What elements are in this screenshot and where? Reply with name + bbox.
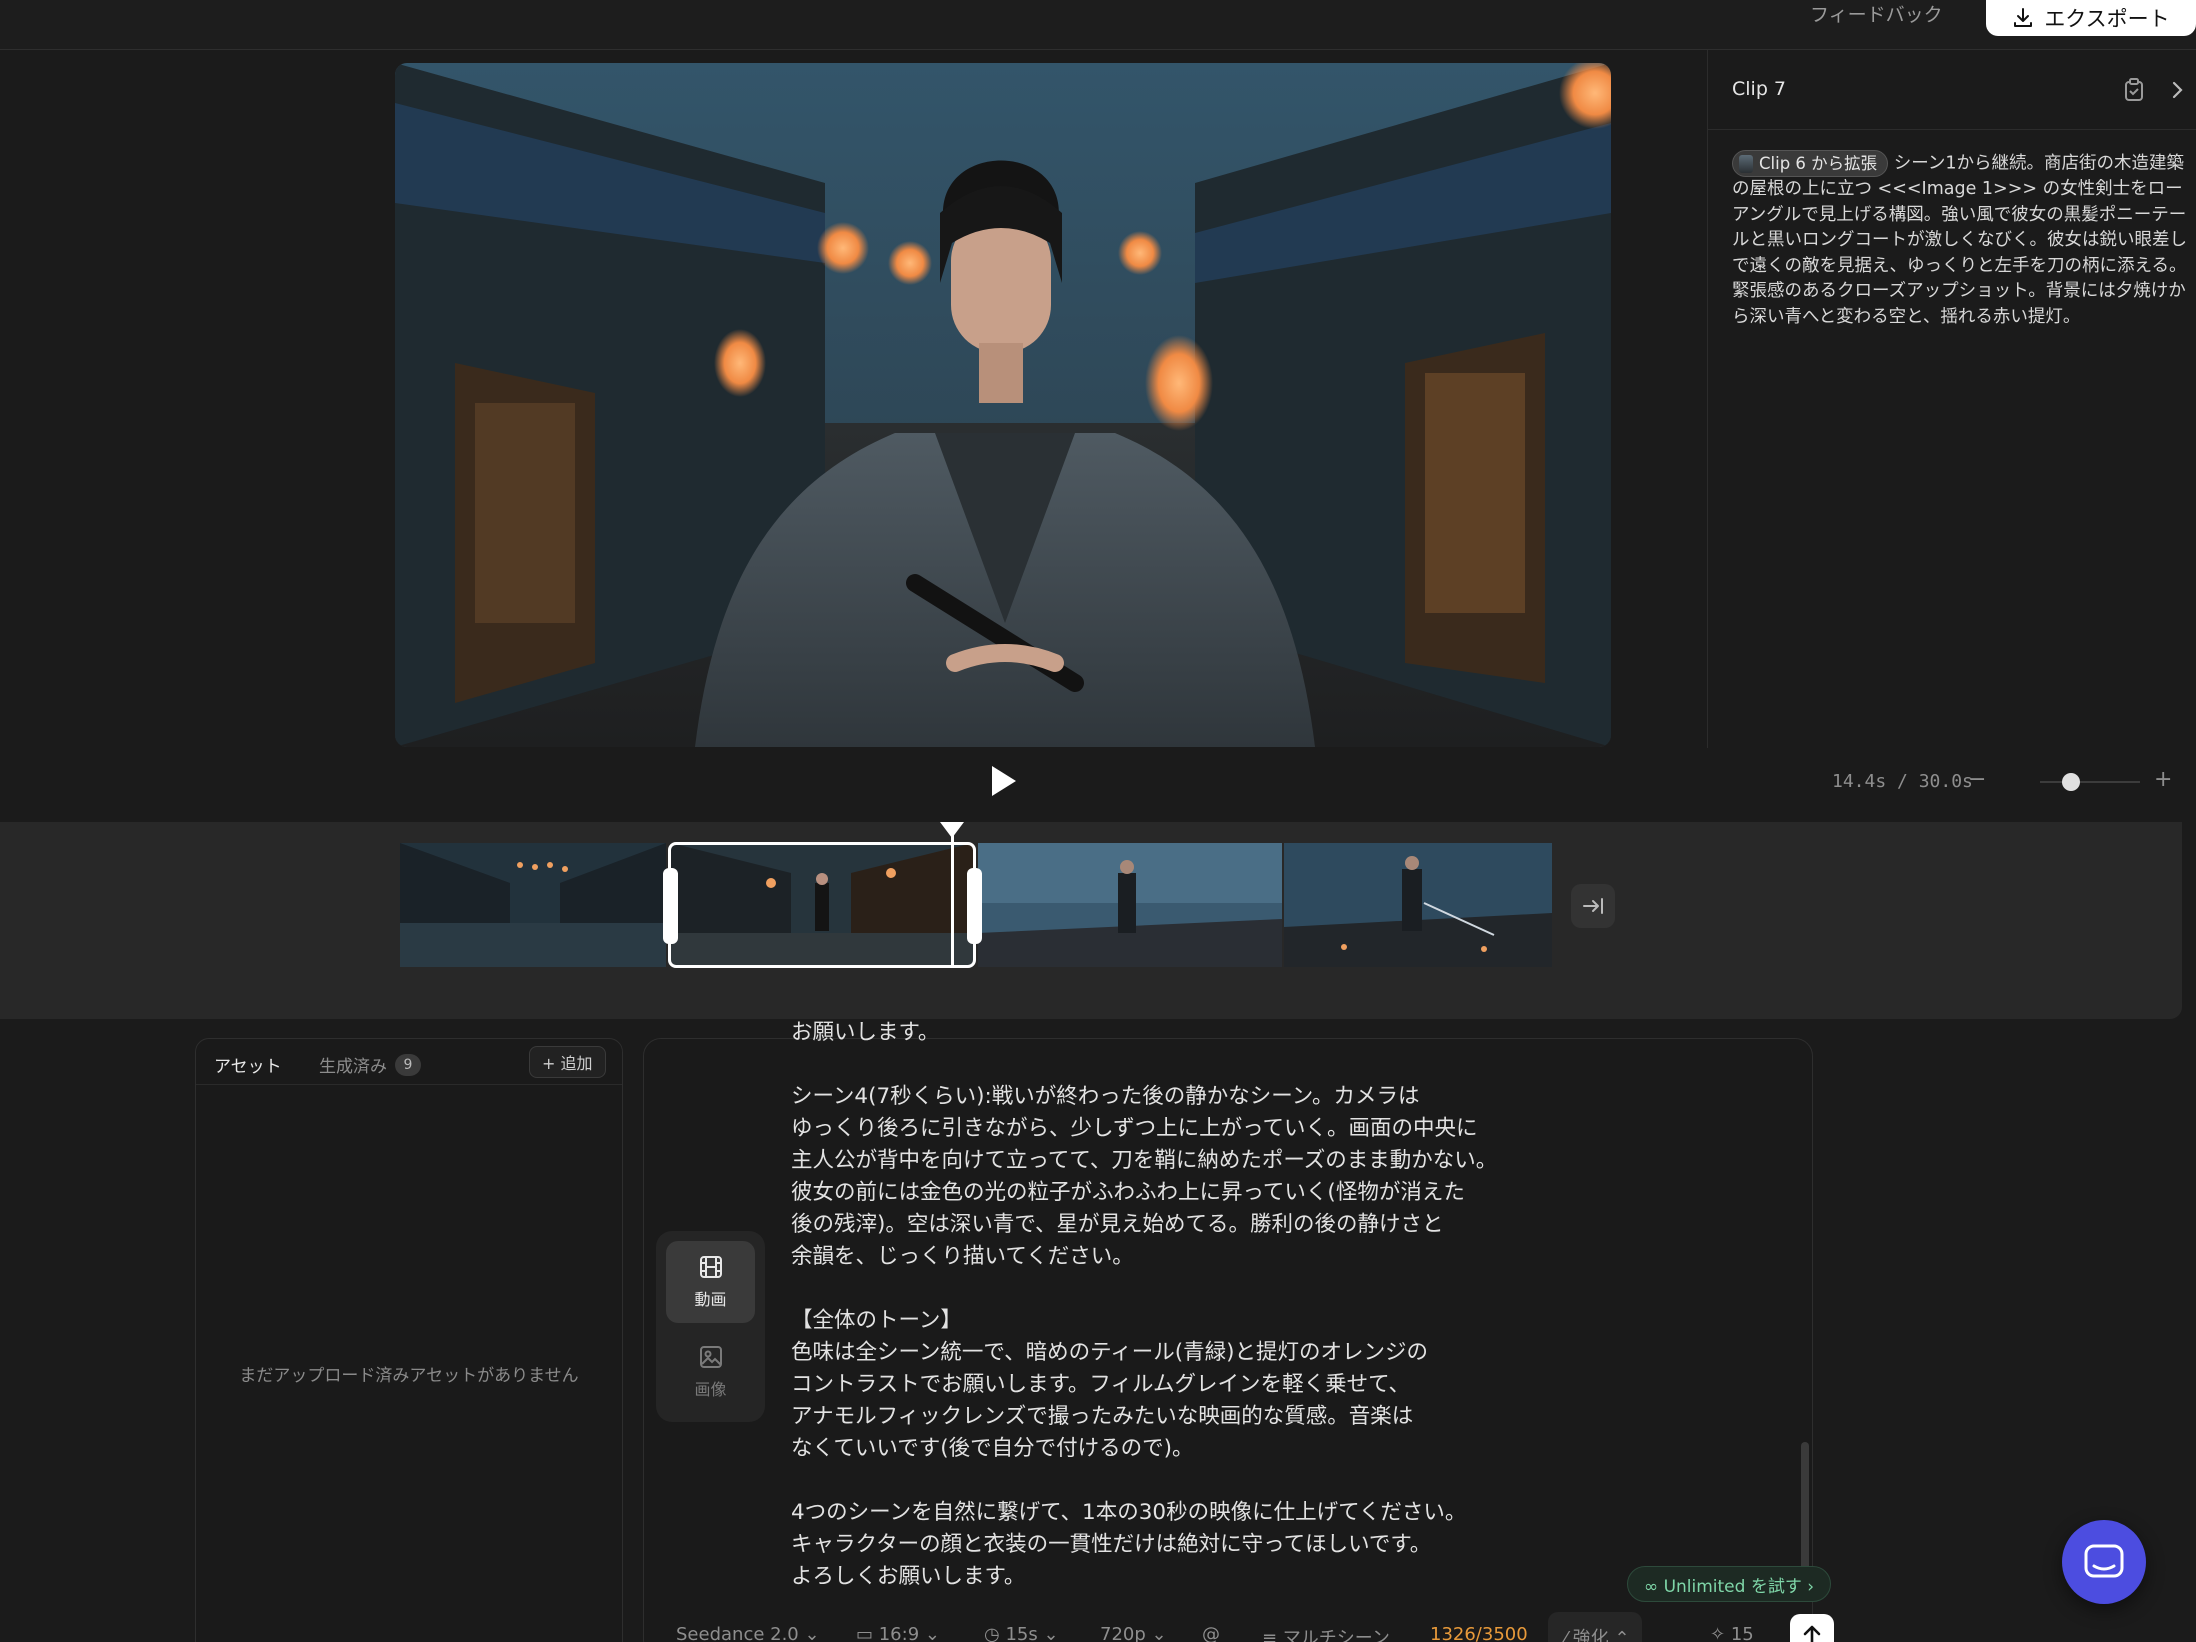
clip-description-text: シーン1から継続。商店街の木造建築の屋根の上に立つ <<<Image 1>>> … [1732, 153, 2187, 327]
tab-generated[interactable]: 生成済み 9 [319, 1052, 421, 1077]
timeline-clip-6[interactable] [671, 843, 973, 967]
play-button[interactable] [988, 763, 1020, 799]
copy-icon[interactable] [2120, 76, 2148, 104]
mode-image-label: 画像 [694, 1380, 727, 1399]
export-label: エクスポート [2044, 7, 2170, 31]
list-icon: ≡ [1262, 1628, 1283, 1642]
tab-assets[interactable]: アセット [214, 1052, 282, 1077]
clip-thumbnail-icon [1739, 154, 1753, 173]
timeline-clip-8[interactable] [1284, 843, 1552, 967]
time-readout: 14.4s / 30.0s [1832, 771, 1973, 792]
mention-button[interactable]: @ [1202, 1624, 1220, 1642]
aspect-ratio-select[interactable]: ▭ 16:9 ⌄ [856, 1624, 940, 1642]
chat-icon [2084, 1544, 2124, 1578]
arrow-up-icon [1803, 1625, 1821, 1642]
multiscene-toggle[interactable]: ≡ マルチシーン [1262, 1624, 1390, 1642]
zoom-in-button[interactable]: + [2154, 767, 2172, 792]
image-icon [699, 1346, 722, 1368]
mode-video-button[interactable]: 動画 [666, 1241, 755, 1323]
add-asset-button[interactable]: + 追加 [529, 1046, 606, 1078]
credits-display: ✧ 15 [1710, 1624, 1754, 1642]
duration-select[interactable]: ◷ 15s ⌄ [984, 1624, 1059, 1642]
prompt-input[interactable]: お願いします。 シーン4(7秒くらい):戦いが終わった後の静かなシーン。カメラは… [791, 1017, 1591, 1597]
submit-button[interactable] [1790, 1614, 1834, 1642]
mode-switch: 動画 画像 [656, 1231, 765, 1422]
extended-from-chip[interactable]: Clip 6 から拡張 [1732, 150, 1889, 177]
mode-image-button[interactable]: 画像 [666, 1331, 755, 1413]
trim-handle-left[interactable] [663, 868, 678, 944]
playhead[interactable] [951, 834, 954, 968]
resolution-select[interactable]: 720p ⌄ [1100, 1624, 1167, 1642]
clip-panel: Clip 7 Clip 6 から拡張 シーン1から継続。商店街の木造建築の屋根の… [1707, 50, 2196, 748]
clip-header: Clip 7 [1708, 50, 2196, 130]
top-bar: フィードバック エクスポート [0, 0, 2196, 50]
character-count: 1326/3500 [1430, 1624, 1528, 1642]
video-preview[interactable] [395, 63, 1611, 747]
playhead-marker-icon[interactable] [940, 822, 964, 838]
magic-wand-icon: ⁄ [1564, 1628, 1573, 1642]
chevron-right-icon[interactable] [2166, 78, 2188, 102]
arrow-to-end-icon [1583, 898, 1603, 914]
asset-empty-message: まだアップロード済みアセットがありません [239, 1366, 579, 1386]
export-button[interactable]: エクスポート [1986, 0, 2196, 36]
generated-count-badge: 9 [395, 1053, 421, 1076]
asset-header: アセット 生成済み 9 + 追加 [196, 1039, 622, 1085]
aspect-ratio-icon: ▭ [856, 1624, 879, 1642]
zoom-slider-track[interactable] [2040, 781, 2140, 783]
film-icon [699, 1256, 722, 1278]
mode-video-label: 動画 [694, 1290, 727, 1309]
asset-panel: アセット 生成済み 9 + 追加 まだアップロード済みアセットがありません [195, 1038, 623, 1642]
zoom-out-button[interactable]: − [1968, 767, 1986, 792]
clock-icon: ◷ [984, 1624, 1006, 1642]
timeline-clip-5[interactable] [400, 843, 666, 967]
play-icon [992, 766, 1016, 796]
try-unlimited-button[interactable]: ∞ Unlimited を試す › [1627, 1566, 1832, 1602]
zoom-slider-thumb[interactable] [2062, 773, 2080, 791]
feedback-button[interactable]: フィードバック [1810, 0, 1943, 26]
tab-generated-label: 生成済み [319, 1057, 387, 1077]
clip-title: Clip 7 [1732, 78, 1787, 100]
timeline-clip-7[interactable] [978, 843, 1282, 967]
enhance-label: ⁄ 強化 ⌃ [1564, 1624, 1630, 1642]
download-icon [2014, 8, 2033, 27]
model-select[interactable]: Seedance 2.0 ⌄ [676, 1624, 820, 1642]
clip-description: Clip 6 から拡張 シーン1から継続。商店街の木造建築の屋根の上に立つ <<… [1732, 150, 2192, 330]
chat-support-button[interactable] [2062, 1520, 2146, 1604]
trim-handle-right[interactable] [967, 868, 982, 944]
sparkle-icon: ✧ [1710, 1624, 1731, 1642]
jump-to-end-button[interactable] [1571, 884, 1615, 928]
